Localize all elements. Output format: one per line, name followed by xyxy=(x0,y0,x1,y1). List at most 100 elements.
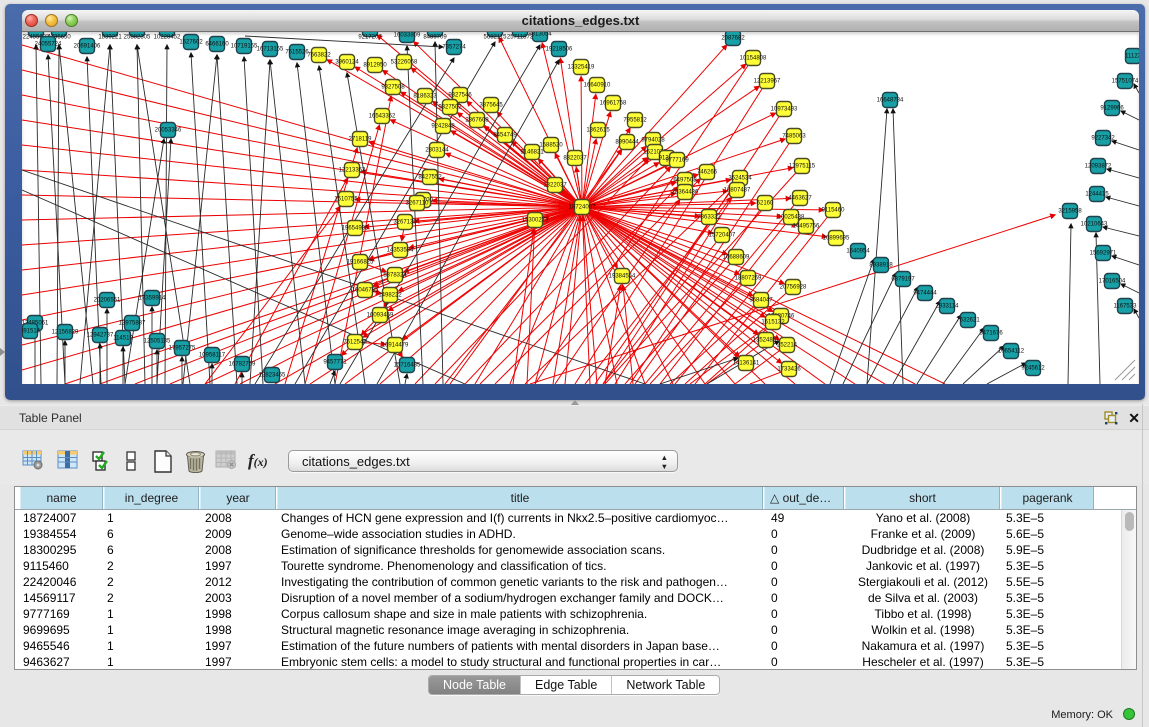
svg-text:7357274: 7357274 xyxy=(442,45,466,51)
svg-text:6379197: 6379197 xyxy=(891,277,915,283)
svg-text:1498222: 1498222 xyxy=(378,293,402,299)
svg-text:9227342: 9227342 xyxy=(1091,136,1115,142)
svg-text:3624534: 3624534 xyxy=(728,176,752,182)
svg-text:12213363: 12213363 xyxy=(339,168,366,174)
svg-text:19654985: 19654985 xyxy=(342,226,369,232)
svg-text:1510755: 1510755 xyxy=(334,197,358,203)
svg-text:8489709: 8489709 xyxy=(423,35,447,41)
svg-text:25882305: 25882305 xyxy=(124,35,151,41)
svg-text:14136141: 14136141 xyxy=(733,361,760,367)
svg-text:20691406: 20691406 xyxy=(74,44,101,50)
svg-text:16033809: 16033809 xyxy=(394,33,421,39)
svg-text:10719155: 10719155 xyxy=(231,44,258,50)
svg-text:20756928: 20756928 xyxy=(780,285,807,291)
svg-text:9457771: 9457771 xyxy=(323,360,347,366)
svg-text:16961758: 16961758 xyxy=(600,101,627,107)
svg-text:3267130: 3267130 xyxy=(393,220,417,226)
svg-text:8938918: 8938918 xyxy=(869,263,893,269)
svg-text:9115460: 9115460 xyxy=(822,208,846,214)
svg-text:9146821: 9146821 xyxy=(520,150,544,156)
svg-text:16543362: 16543362 xyxy=(369,114,396,120)
svg-text:16713155: 16713155 xyxy=(257,47,284,53)
svg-text:15751074: 15751074 xyxy=(1112,79,1139,85)
svg-text:9327546: 9327546 xyxy=(448,93,472,99)
svg-text:24055724: 24055724 xyxy=(35,42,62,48)
svg-text:3875645: 3875645 xyxy=(479,103,503,109)
svg-text:1244415: 1244415 xyxy=(1085,192,1109,198)
svg-text:6466160: 6466160 xyxy=(205,42,229,48)
svg-text:20364436: 20364436 xyxy=(672,190,699,196)
svg-text:16648784: 16648784 xyxy=(877,98,904,104)
svg-text:15716485: 15716485 xyxy=(394,363,421,369)
svg-text:7955812: 7955812 xyxy=(623,118,647,124)
svg-text:9129966: 9129966 xyxy=(1100,106,1124,112)
svg-text:8427552: 8427552 xyxy=(418,175,442,181)
svg-text:14495756: 14495756 xyxy=(793,224,820,230)
svg-text:2867608: 2867608 xyxy=(465,118,489,124)
svg-text:18807269: 18807269 xyxy=(735,276,762,282)
svg-text:8322037: 8322037 xyxy=(563,156,587,162)
svg-text:12505135: 12505135 xyxy=(144,339,171,345)
svg-text:19218506: 19218506 xyxy=(546,47,573,53)
svg-text:5682115: 5682115 xyxy=(484,35,508,41)
svg-text:3267110: 3267110 xyxy=(406,201,430,207)
svg-text:17957275: 17957275 xyxy=(169,346,196,352)
svg-text:1527602: 1527602 xyxy=(179,40,203,46)
svg-text:1322037: 1322037 xyxy=(543,183,567,189)
svg-text:1733426: 1733426 xyxy=(777,367,801,373)
svg-text:7515526: 7515526 xyxy=(285,50,309,56)
svg-text:9327508: 9327508 xyxy=(381,85,405,91)
svg-text:9777169: 9777169 xyxy=(665,158,689,164)
svg-text:8454749: 8454749 xyxy=(493,133,517,139)
svg-text:9794028: 9794028 xyxy=(641,138,665,144)
svg-text:9217207: 9217207 xyxy=(358,35,382,41)
svg-text:4463627: 4463627 xyxy=(788,196,812,202)
svg-text:114519: 114519 xyxy=(113,336,133,342)
svg-text:391514: 391514 xyxy=(22,329,41,335)
svg-text:18724007: 18724007 xyxy=(569,205,596,211)
svg-text:252214: 252214 xyxy=(777,343,798,349)
svg-text:8912950: 8912950 xyxy=(363,63,387,69)
svg-text:17016504: 17016504 xyxy=(1099,279,1126,285)
svg-text:9474444: 9474444 xyxy=(913,291,937,297)
svg-text:10228452: 10228452 xyxy=(154,35,181,41)
svg-text:1839221: 1839221 xyxy=(98,35,122,41)
svg-text:2803144: 2803144 xyxy=(425,148,449,154)
svg-text:9684047: 9684047 xyxy=(749,298,773,304)
svg-text:3960124: 3960124 xyxy=(335,60,359,66)
svg-text:16914479: 16914479 xyxy=(382,343,409,349)
svg-text:9327502: 9327502 xyxy=(438,105,462,111)
svg-text:7485063: 7485063 xyxy=(782,134,806,140)
svg-text:7632621: 7632621 xyxy=(956,318,980,324)
svg-text:15300273: 15300273 xyxy=(522,218,549,224)
svg-text:1167533: 1167533 xyxy=(1114,304,1138,310)
svg-text:746266: 746266 xyxy=(697,170,718,176)
svg-text:12823465: 12823465 xyxy=(259,373,286,379)
svg-text:53226058: 53226058 xyxy=(391,60,418,66)
svg-text:16046785: 16046785 xyxy=(352,288,379,294)
svg-text:15692971: 15692971 xyxy=(1090,251,1117,257)
svg-text:19166825: 19166825 xyxy=(347,260,374,266)
svg-text:10688609: 10688609 xyxy=(723,255,750,261)
svg-text:6497508: 6497508 xyxy=(673,178,697,184)
svg-text:62160: 62160 xyxy=(757,201,774,207)
svg-text:7663822: 7663822 xyxy=(307,53,331,59)
svg-text:20206551: 20206551 xyxy=(94,298,121,304)
svg-text:1615132: 1615132 xyxy=(761,320,785,326)
svg-text:13325419: 13325419 xyxy=(568,65,595,71)
svg-text:9242848: 9242848 xyxy=(431,124,455,130)
svg-text:7863322: 7863322 xyxy=(697,215,721,221)
svg-text:10154808: 10154808 xyxy=(740,56,767,62)
svg-text:2718119: 2718119 xyxy=(349,137,373,143)
svg-text:9245612: 9245612 xyxy=(1021,366,1045,372)
svg-text:10807487: 10807487 xyxy=(724,188,751,194)
svg-text:10899695: 10899695 xyxy=(823,236,850,242)
svg-text:20053346: 20053346 xyxy=(155,128,182,134)
svg-text:1640954: 1640954 xyxy=(846,249,870,255)
svg-text:10654112: 10654112 xyxy=(998,349,1025,355)
svg-text:12093872: 12093872 xyxy=(1085,164,1112,170)
svg-text:13524851: 13524851 xyxy=(753,338,780,344)
svg-text:2933114: 2933114 xyxy=(936,304,960,310)
svg-text:1362615: 1362615 xyxy=(586,128,610,134)
svg-text:2087682: 2087682 xyxy=(721,36,745,42)
